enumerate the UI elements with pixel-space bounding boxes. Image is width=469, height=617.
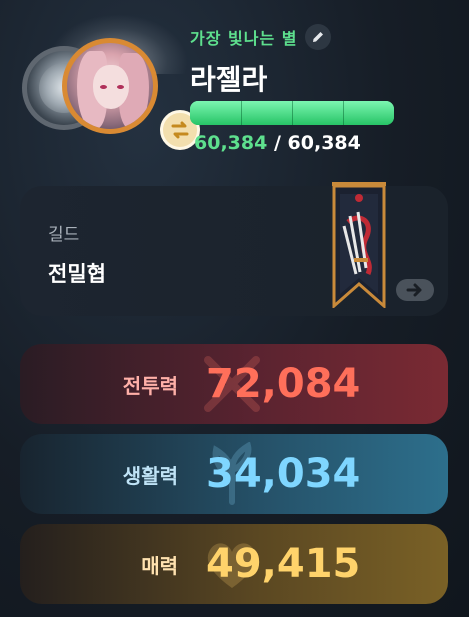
hp-bar-segment-divider xyxy=(241,101,242,125)
guild-label: 길드 xyxy=(48,225,80,245)
life-power-label: 생활력 xyxy=(122,463,178,488)
portrait-area xyxy=(18,14,200,154)
hp-separator: / xyxy=(273,132,281,154)
life-power-card[interactable]: 생활력 34,034 xyxy=(20,434,448,514)
pencil-icon xyxy=(313,32,324,42)
portrait-eye-right xyxy=(117,85,124,89)
hp-bar xyxy=(190,101,394,125)
hp-current: 60,384 xyxy=(194,132,268,154)
combat-power-value: 72,084 xyxy=(206,361,361,407)
main-portrait[interactable] xyxy=(62,38,158,134)
life-power-value: 34,034 xyxy=(206,451,361,497)
hp-max: 60,384 xyxy=(287,132,361,154)
character-name: 라젤라 xyxy=(190,63,268,96)
guild-card[interactable]: 길드 전밀협 xyxy=(20,182,448,316)
swap-arrows-icon xyxy=(171,121,189,139)
character-title: 가장 빛나는 별 xyxy=(190,29,298,48)
charm-card[interactable]: 매력 49,415 xyxy=(20,524,448,604)
combat-power-label: 전투력 xyxy=(122,373,178,398)
guild-name: 전밀협 xyxy=(48,262,106,286)
hp-bar-segment-divider xyxy=(343,101,344,125)
portrait-eye-left xyxy=(100,85,107,89)
hp-bar-segment-divider xyxy=(292,101,293,125)
hp-readout: 60,384 / 60,384 xyxy=(194,132,361,154)
charm-value: 49,415 xyxy=(206,541,361,587)
arrow-right-icon xyxy=(406,283,422,297)
combat-power-card[interactable]: 전투력 72,084 xyxy=(20,344,448,424)
edit-title-button[interactable] xyxy=(305,24,332,50)
charm-label: 매력 xyxy=(141,553,178,578)
guild-banner-emblem xyxy=(332,182,386,308)
title-row: 가장 빛나는 별 xyxy=(190,24,332,50)
guild-go-button[interactable] xyxy=(396,279,434,301)
